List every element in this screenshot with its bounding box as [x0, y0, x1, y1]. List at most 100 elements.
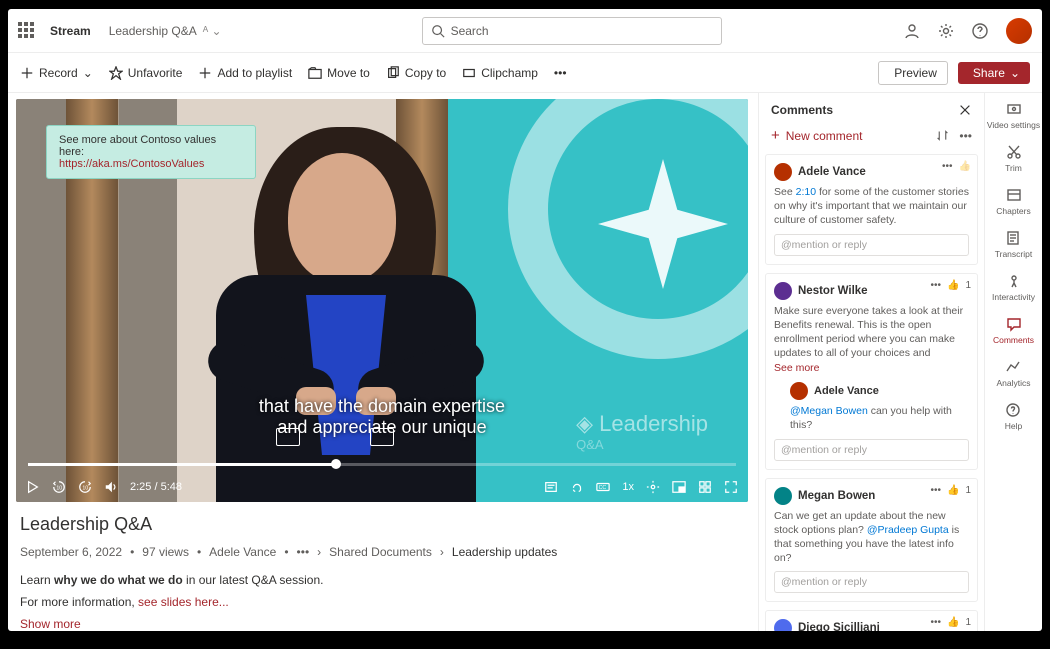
overflow-button[interactable]: •••: [554, 66, 567, 80]
video-views: 97 views: [142, 545, 189, 559]
comment-card[interactable]: ••• 👍 Adele Vance See 2:10 for some of the …: [765, 154, 978, 265]
comment-card[interactable]: •••👍1Megan BowenCan we get an update abo…: [765, 478, 978, 603]
rail-video-settings[interactable]: Video settings: [987, 101, 1040, 130]
fullscreen-icon[interactable]: [724, 480, 738, 494]
app-brand[interactable]: Stream: [50, 24, 91, 38]
comment-text: Make sure everyone takes a look at their…: [774, 304, 969, 361]
move-to-button[interactable]: Move to: [308, 66, 370, 80]
comment-text: Can we get an update about the new stock…: [774, 509, 969, 566]
comment-menu-icon[interactable]: •••: [930, 485, 941, 496]
user-avatar[interactable]: [1006, 18, 1032, 44]
video-description: Learn why we do what we do in our latest…: [20, 573, 754, 587]
grid-icon[interactable]: [698, 480, 712, 494]
settings-icon[interactable]: [938, 23, 954, 39]
callout-link[interactable]: https://aka.ms/ContosoValues: [59, 158, 204, 170]
progress-bar[interactable]: [28, 463, 736, 466]
title-chevron-icon[interactable]: ᴬ ⌄: [203, 24, 222, 38]
chapter-thumb[interactable]: [276, 428, 300, 446]
command-bar: Record⌄ Unfavorite Add to playlist Move …: [8, 53, 1042, 93]
timestamp-link[interactable]: 2:10: [796, 186, 816, 198]
help-icon[interactable]: [972, 23, 988, 39]
see-more-button[interactable]: See more: [774, 362, 969, 374]
comment-card[interactable]: •••👍1Diego Sicilliani@Adele Vance do you…: [765, 610, 978, 631]
play-icon[interactable]: [26, 480, 40, 494]
transcript-icon[interactable]: [544, 480, 558, 494]
comment-author[interactable]: Diego Sicilliani: [798, 622, 880, 631]
comment-avatar: [774, 163, 792, 181]
mention-link[interactable]: @Megan Bowen: [790, 405, 868, 417]
search-placeholder: Search: [451, 24, 489, 38]
settings-icon[interactable]: [646, 480, 660, 494]
skip-fwd-icon[interactable]: 10: [78, 480, 92, 494]
comments-panel: Comments +New comment ••• ••• 👍 Adele Vanc…: [758, 93, 984, 631]
slides-link[interactable]: see slides here...: [138, 595, 229, 609]
meta-more-icon[interactable]: •••: [297, 545, 310, 559]
preview-button[interactable]: Preview: [878, 61, 948, 85]
document-title[interactable]: Leadership Q&A: [109, 24, 197, 38]
comments-title: Comments: [771, 103, 833, 117]
sort-icon[interactable]: [936, 129, 949, 142]
captions-icon[interactable]: CC: [596, 480, 610, 494]
top-bar: Stream Leadership Q&A ᴬ ⌄ Search: [8, 9, 1042, 53]
search-input[interactable]: Search: [422, 17, 722, 45]
pip-icon[interactable]: [672, 480, 686, 494]
comment-author[interactable]: Megan Bowen: [798, 490, 875, 502]
comment-menu-icon[interactable]: •••: [942, 161, 953, 172]
svg-text:10: 10: [56, 486, 62, 492]
audio-icon[interactable]: [570, 480, 584, 494]
person-icon[interactable]: [904, 23, 920, 39]
volume-icon[interactable]: [104, 480, 118, 494]
unfavorite-button[interactable]: Unfavorite: [109, 66, 183, 80]
like-icon[interactable]: 👍: [947, 617, 959, 628]
add-to-playlist-button[interactable]: Add to playlist: [198, 66, 292, 80]
show-more-button[interactable]: Show more: [20, 617, 754, 631]
rail-trim[interactable]: Trim: [1005, 144, 1022, 173]
comment-text: @Megan Bowen can you help with this?: [790, 404, 969, 432]
comment-author[interactable]: Nestor Wilke: [798, 285, 868, 297]
comment-avatar: [774, 282, 792, 300]
callout-card[interactable]: See more about Contoso values here: http…: [46, 125, 256, 179]
clipchamp-button[interactable]: Clipchamp: [462, 66, 538, 80]
like-icon[interactable]: 👍: [947, 485, 959, 496]
reply-input[interactable]: @mention or reply: [774, 571, 969, 593]
video-controls: 10 10 2:25 / 5:48 CC 1x: [16, 472, 748, 502]
record-button[interactable]: Record⌄: [20, 66, 93, 80]
rail-transcript[interactable]: Transcript: [995, 230, 1032, 259]
video-title: Leadership Q&A: [20, 514, 754, 535]
comment-menu-icon[interactable]: •••: [930, 617, 941, 628]
svg-text:CC: CC: [599, 485, 607, 491]
mention-link[interactable]: @Pradeep Gupta: [867, 524, 949, 536]
share-button[interactable]: Share⌄: [958, 62, 1030, 84]
breadcrumb[interactable]: Shared Documents: [329, 545, 432, 559]
rail-help[interactable]: Help: [1005, 402, 1022, 431]
comment-avatar: [774, 487, 792, 505]
copy-to-button[interactable]: Copy to: [386, 66, 446, 80]
like-icon[interactable]: 👍: [947, 280, 959, 291]
rail-interactivity[interactable]: Interactivity: [992, 273, 1035, 302]
playback-rate[interactable]: 1x: [622, 481, 634, 493]
rail-comments[interactable]: Comments: [993, 316, 1034, 345]
reply-input[interactable]: @mention or reply: [774, 439, 969, 461]
chapter-thumb[interactable]: [370, 428, 394, 446]
right-rail: Video settings Trim Chapters Transcript …: [984, 93, 1042, 631]
video-player[interactable]: ◈ LeadershipQ&A See more about Contoso v…: [16, 99, 748, 502]
breadcrumb[interactable]: Leadership updates: [452, 545, 557, 559]
comment-text: See 2:10 for some of the customer storie…: [774, 185, 969, 228]
comment-card[interactable]: •••👍1Nestor WilkeMake sure everyone take…: [765, 273, 978, 470]
svg-text:10: 10: [82, 486, 88, 492]
comment-author[interactable]: Adele Vance: [814, 385, 879, 397]
comment-overflow-icon[interactable]: •••: [959, 129, 972, 143]
comment-avatar: [790, 382, 808, 400]
close-icon[interactable]: [958, 103, 972, 117]
reply-input[interactable]: @mention or reply: [774, 234, 969, 256]
rail-chapters[interactable]: Chapters: [996, 187, 1031, 216]
like-icon[interactable]: 👍: [959, 161, 971, 172]
rail-analytics[interactable]: Analytics: [996, 359, 1030, 388]
comment-menu-icon[interactable]: •••: [930, 280, 941, 291]
comment-author[interactable]: Adele Vance: [798, 166, 866, 178]
video-date: September 6, 2022: [20, 545, 122, 559]
video-author[interactable]: Adele Vance: [209, 545, 276, 559]
skip-back-icon[interactable]: 10: [52, 480, 66, 494]
new-comment-button[interactable]: +New comment: [771, 127, 862, 144]
app-launcher-icon[interactable]: [18, 22, 36, 40]
